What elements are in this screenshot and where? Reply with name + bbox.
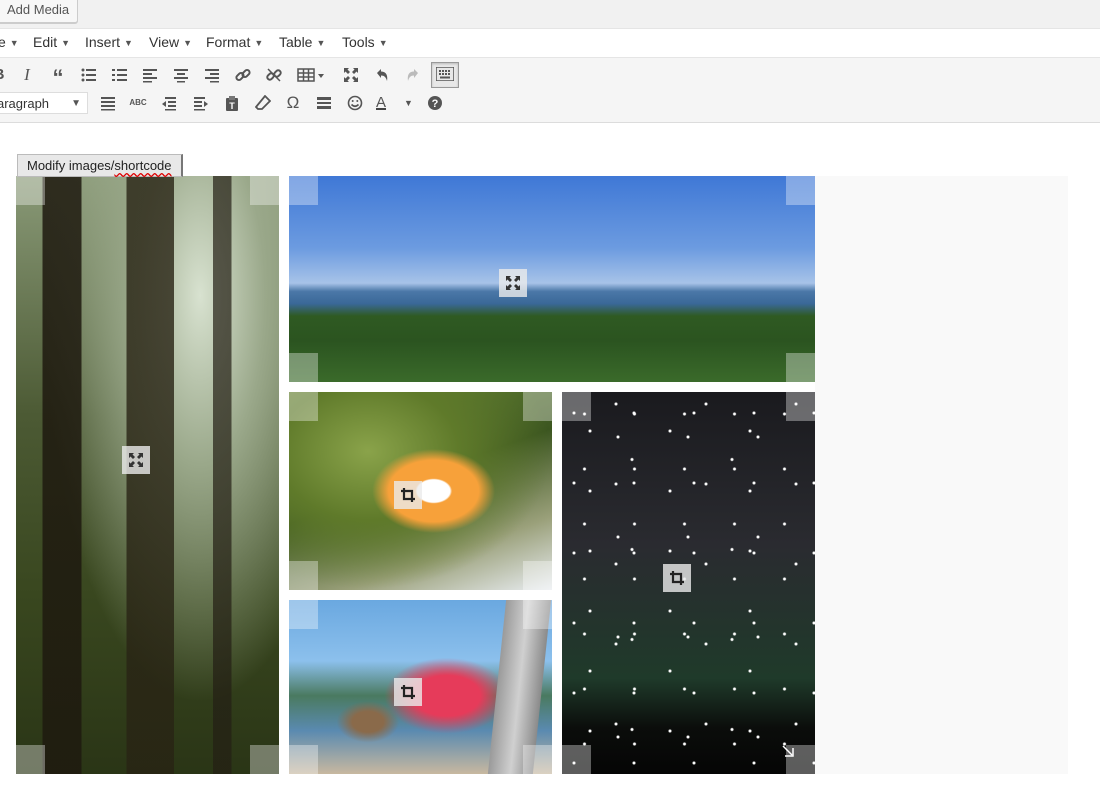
menu-table-label: Table (279, 34, 313, 50)
media-buttons-bar: Add Media (0, 0, 1100, 29)
menu-format-label: Format (206, 34, 251, 50)
menu-edit[interactable]: Edit ▼ (33, 34, 70, 50)
menu-insert-label: Insert (85, 34, 121, 50)
resize-handle[interactable] (289, 600, 318, 629)
menu-view[interactable]: View ▼ (149, 34, 192, 50)
resize-corner-icon[interactable] (781, 744, 795, 758)
resize-handle[interactable] (786, 353, 815, 382)
bullet-list-icon[interactable] (76, 63, 102, 87)
text-color-letter: A (376, 94, 387, 111)
crop-icon[interactable] (394, 678, 422, 706)
svg-text:T: T (229, 101, 235, 111)
modify-button-misspelled: shortcode (114, 158, 172, 173)
chevron-down-icon: ▼ (183, 38, 193, 48)
unlink-icon[interactable] (261, 63, 287, 87)
spellcheck-icon[interactable]: ABC (125, 91, 151, 115)
crop-icon[interactable] (663, 564, 691, 592)
resize-handle[interactable] (523, 561, 552, 590)
add-media-button[interactable]: Add Media (0, 0, 79, 23)
shrink-icon[interactable] (122, 446, 150, 474)
paste-text-icon[interactable]: T (219, 91, 245, 115)
resize-handle[interactable] (523, 745, 552, 774)
menu-edit-label: Edit (33, 34, 58, 50)
menu-insert[interactable]: Insert ▼ (85, 34, 133, 50)
chevron-down-icon: ▼ (124, 38, 133, 48)
gallery-image-nudibranch[interactable] (289, 392, 552, 590)
align-right-icon[interactable] (199, 63, 225, 87)
add-media-label: Add Media (7, 2, 70, 17)
resize-handle[interactable] (786, 392, 815, 421)
clear-format-icon[interactable] (250, 91, 276, 115)
emoji-icon[interactable] (342, 91, 368, 115)
horizontal-rule-icon[interactable] (311, 91, 337, 115)
menu-view-label: View (149, 34, 180, 50)
resize-handle[interactable] (523, 600, 552, 629)
menu-tools[interactable]: Tools ▼ (342, 34, 388, 50)
omega-icon[interactable]: Ω (280, 91, 306, 115)
align-center-icon[interactable] (168, 63, 194, 87)
chevron-down-icon: ▼ (404, 98, 413, 108)
gallery-image-night-sky[interactable] (562, 392, 815, 774)
chevron-down-icon: ▼ (316, 38, 326, 48)
align-left-icon[interactable] (137, 63, 163, 87)
help-icon[interactable]: ? (422, 91, 448, 115)
justify-icon[interactable] (95, 91, 121, 115)
text-color-icon[interactable]: A ▼ (372, 91, 413, 115)
toolbar-toggle-icon[interactable] (431, 62, 459, 88)
resize-handle[interactable] (523, 392, 552, 421)
fullscreen-icon[interactable] (338, 63, 364, 87)
gallery-image-hummingbird[interactable] (289, 600, 552, 774)
menu-table[interactable]: Table ▼ (279, 34, 325, 50)
italic-icon[interactable]: I (14, 63, 40, 87)
chevron-down-icon: ▼ (9, 38, 19, 48)
gallery-image-landscape[interactable] (289, 176, 815, 382)
menu-file[interactable]: e ▼ (0, 34, 19, 50)
gallery-image-forest[interactable] (16, 176, 279, 774)
undo-icon[interactable] (369, 63, 395, 87)
resize-handle[interactable] (562, 392, 591, 421)
resize-handle[interactable] (289, 176, 318, 205)
gallery-background (815, 176, 1068, 774)
crop-icon[interactable] (394, 481, 422, 509)
resize-handle[interactable] (250, 745, 279, 774)
chevron-down-icon: ▼ (71, 98, 81, 109)
menu-tools-label: Tools (342, 34, 375, 50)
menu-file-label: e (0, 34, 6, 50)
format-select-value: aragraph (0, 96, 50, 111)
redo-icon[interactable] (400, 63, 426, 87)
format-select[interactable]: aragraph ▼ (0, 92, 88, 114)
link-icon[interactable] (230, 63, 256, 87)
chevron-down-icon: ▼ (254, 38, 264, 48)
spellcheck-text: ABC (129, 98, 147, 107)
modify-images-button[interactable]: Modify images/shortcode (17, 154, 183, 177)
outdent-icon[interactable] (156, 91, 182, 115)
editor-toolbar: B I “ aragraph ▼ ABC (0, 58, 1100, 123)
resize-handle[interactable] (786, 176, 815, 205)
table-icon[interactable] (293, 63, 331, 87)
bold-icon[interactable]: B (0, 63, 12, 87)
resize-handle[interactable] (289, 392, 318, 421)
chevron-down-icon: ▼ (378, 38, 388, 48)
svg-text:?: ? (432, 98, 439, 110)
modify-button-prefix: Modify images/ (27, 158, 115, 173)
chevron-down-icon: ▼ (61, 38, 71, 48)
shrink-icon[interactable] (499, 269, 527, 297)
blockquote-icon[interactable]: “ (45, 63, 71, 90)
resize-handle[interactable] (16, 745, 45, 774)
resize-handle[interactable] (250, 176, 279, 205)
indent-icon[interactable] (188, 91, 214, 115)
resize-handle[interactable] (289, 353, 318, 382)
resize-handle[interactable] (289, 561, 318, 590)
resize-handle[interactable] (562, 745, 591, 774)
numbered-list-icon[interactable] (107, 63, 133, 87)
resize-handle[interactable] (289, 745, 318, 774)
editor-menubar: e ▼ Edit ▼ Insert ▼ View ▼ Format ▼ Table ▼ To… (0, 29, 1100, 58)
resize-handle[interactable] (16, 176, 45, 205)
menu-format[interactable]: Format ▼ (206, 34, 263, 50)
